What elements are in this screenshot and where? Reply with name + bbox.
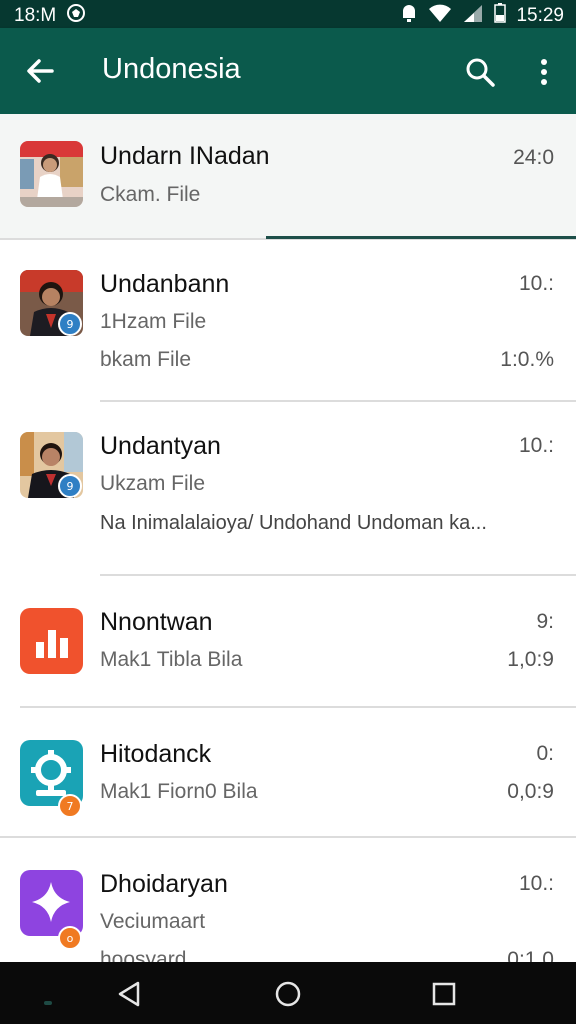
item-time: 0: xyxy=(536,742,554,765)
item-name: Dhoidaryan xyxy=(100,870,228,898)
badge-icon: 9 xyxy=(58,312,82,336)
item-time: 10.: xyxy=(518,872,554,895)
page-title: Undonesia xyxy=(102,53,241,85)
item-preview: hoosyard xyxy=(100,948,187,962)
back-arrow-icon[interactable] xyxy=(22,53,58,89)
app-bar: Undonesia xyxy=(0,28,576,114)
item-subtitle: Veciumaart xyxy=(100,910,206,933)
item-subtitle: Ukzam File xyxy=(100,472,206,495)
item-name: Undanbann xyxy=(100,270,230,298)
item-subtitle: 1Hzam File xyxy=(100,310,207,333)
notification-icon xyxy=(66,3,86,29)
conversation-list[interactable]: Undarn INadan Ckam. File 24:0 9 Undanban… xyxy=(0,114,576,962)
status-time-left: 18:M xyxy=(14,5,57,26)
item-time: 24:0 xyxy=(513,146,554,169)
item-subtitle: Mak1 Tibla Bila xyxy=(100,648,243,671)
status-time-right: 15:29 xyxy=(516,5,564,26)
list-item[interactable]: 9 Undantyan Ukzam File Na Inimalalaioya/… xyxy=(0,406,576,574)
item-preview: Na Inimalalaioya/ Undohand Undoman ka... xyxy=(100,512,487,534)
back-nav-icon[interactable] xyxy=(116,980,142,1013)
divider xyxy=(100,574,576,576)
wifi-icon xyxy=(428,3,452,29)
item-name: Nnontwan xyxy=(100,608,213,636)
recents-nav-icon[interactable] xyxy=(432,982,456,1011)
item-preview: bkam File xyxy=(100,348,192,371)
item-subtitle: Mak1 Fiorn0 Bila xyxy=(100,780,258,803)
list-item[interactable]: Undarn INadan Ckam. File 24:0 xyxy=(0,114,576,238)
badge-icon: 9 xyxy=(58,474,82,498)
badge-icon: 7 xyxy=(58,794,82,818)
item-time: 10.: xyxy=(518,434,554,457)
more-options-icon[interactable] xyxy=(532,56,556,88)
list-item[interactable]: 9 Undanbann 1Hzam File bkam File 10.: 1:… xyxy=(0,244,576,400)
scroll-indicator xyxy=(266,236,576,239)
status-bar: 18:M 15:29 xyxy=(0,0,576,28)
item-name: Hitodanck xyxy=(100,740,212,768)
list-item[interactable]: 7 Hitodanck Mak1 Fiorn0 Bila 0: 0,0:9 xyxy=(0,712,576,836)
home-nav-icon[interactable] xyxy=(274,980,302,1013)
item-meta: 0,0:9 xyxy=(507,780,554,803)
list-item[interactable]: Nnontwan Mak1 Tibla Bila 9: 1,0:9 xyxy=(0,580,576,706)
item-time: 10.: xyxy=(518,272,554,295)
battery-icon xyxy=(494,3,507,29)
navigation-bar xyxy=(0,962,576,1024)
bar-chart-icon xyxy=(36,630,68,658)
item-meta: 1,0:9 xyxy=(507,648,554,671)
divider xyxy=(0,836,576,838)
avatar xyxy=(20,141,83,207)
item-name: Undantyan xyxy=(100,432,221,460)
search-icon[interactable] xyxy=(464,56,496,88)
divider xyxy=(100,400,576,402)
alarm-icon xyxy=(400,3,418,29)
badge-icon: o xyxy=(58,926,82,950)
item-meta: 0:1.0 xyxy=(507,948,554,962)
nav-dot-icon xyxy=(44,992,52,1010)
divider xyxy=(20,706,576,708)
item-meta: 1:0.% xyxy=(500,348,554,371)
app-icon xyxy=(20,608,83,674)
signal-icon xyxy=(462,3,484,29)
item-name: Undarn INadan xyxy=(100,142,270,170)
item-time: 9: xyxy=(536,610,554,633)
list-item[interactable]: o Dhoidaryan Veciumaart hoosyard 10.: 0:… xyxy=(0,842,576,962)
item-subtitle: Ckam. File xyxy=(100,183,201,206)
